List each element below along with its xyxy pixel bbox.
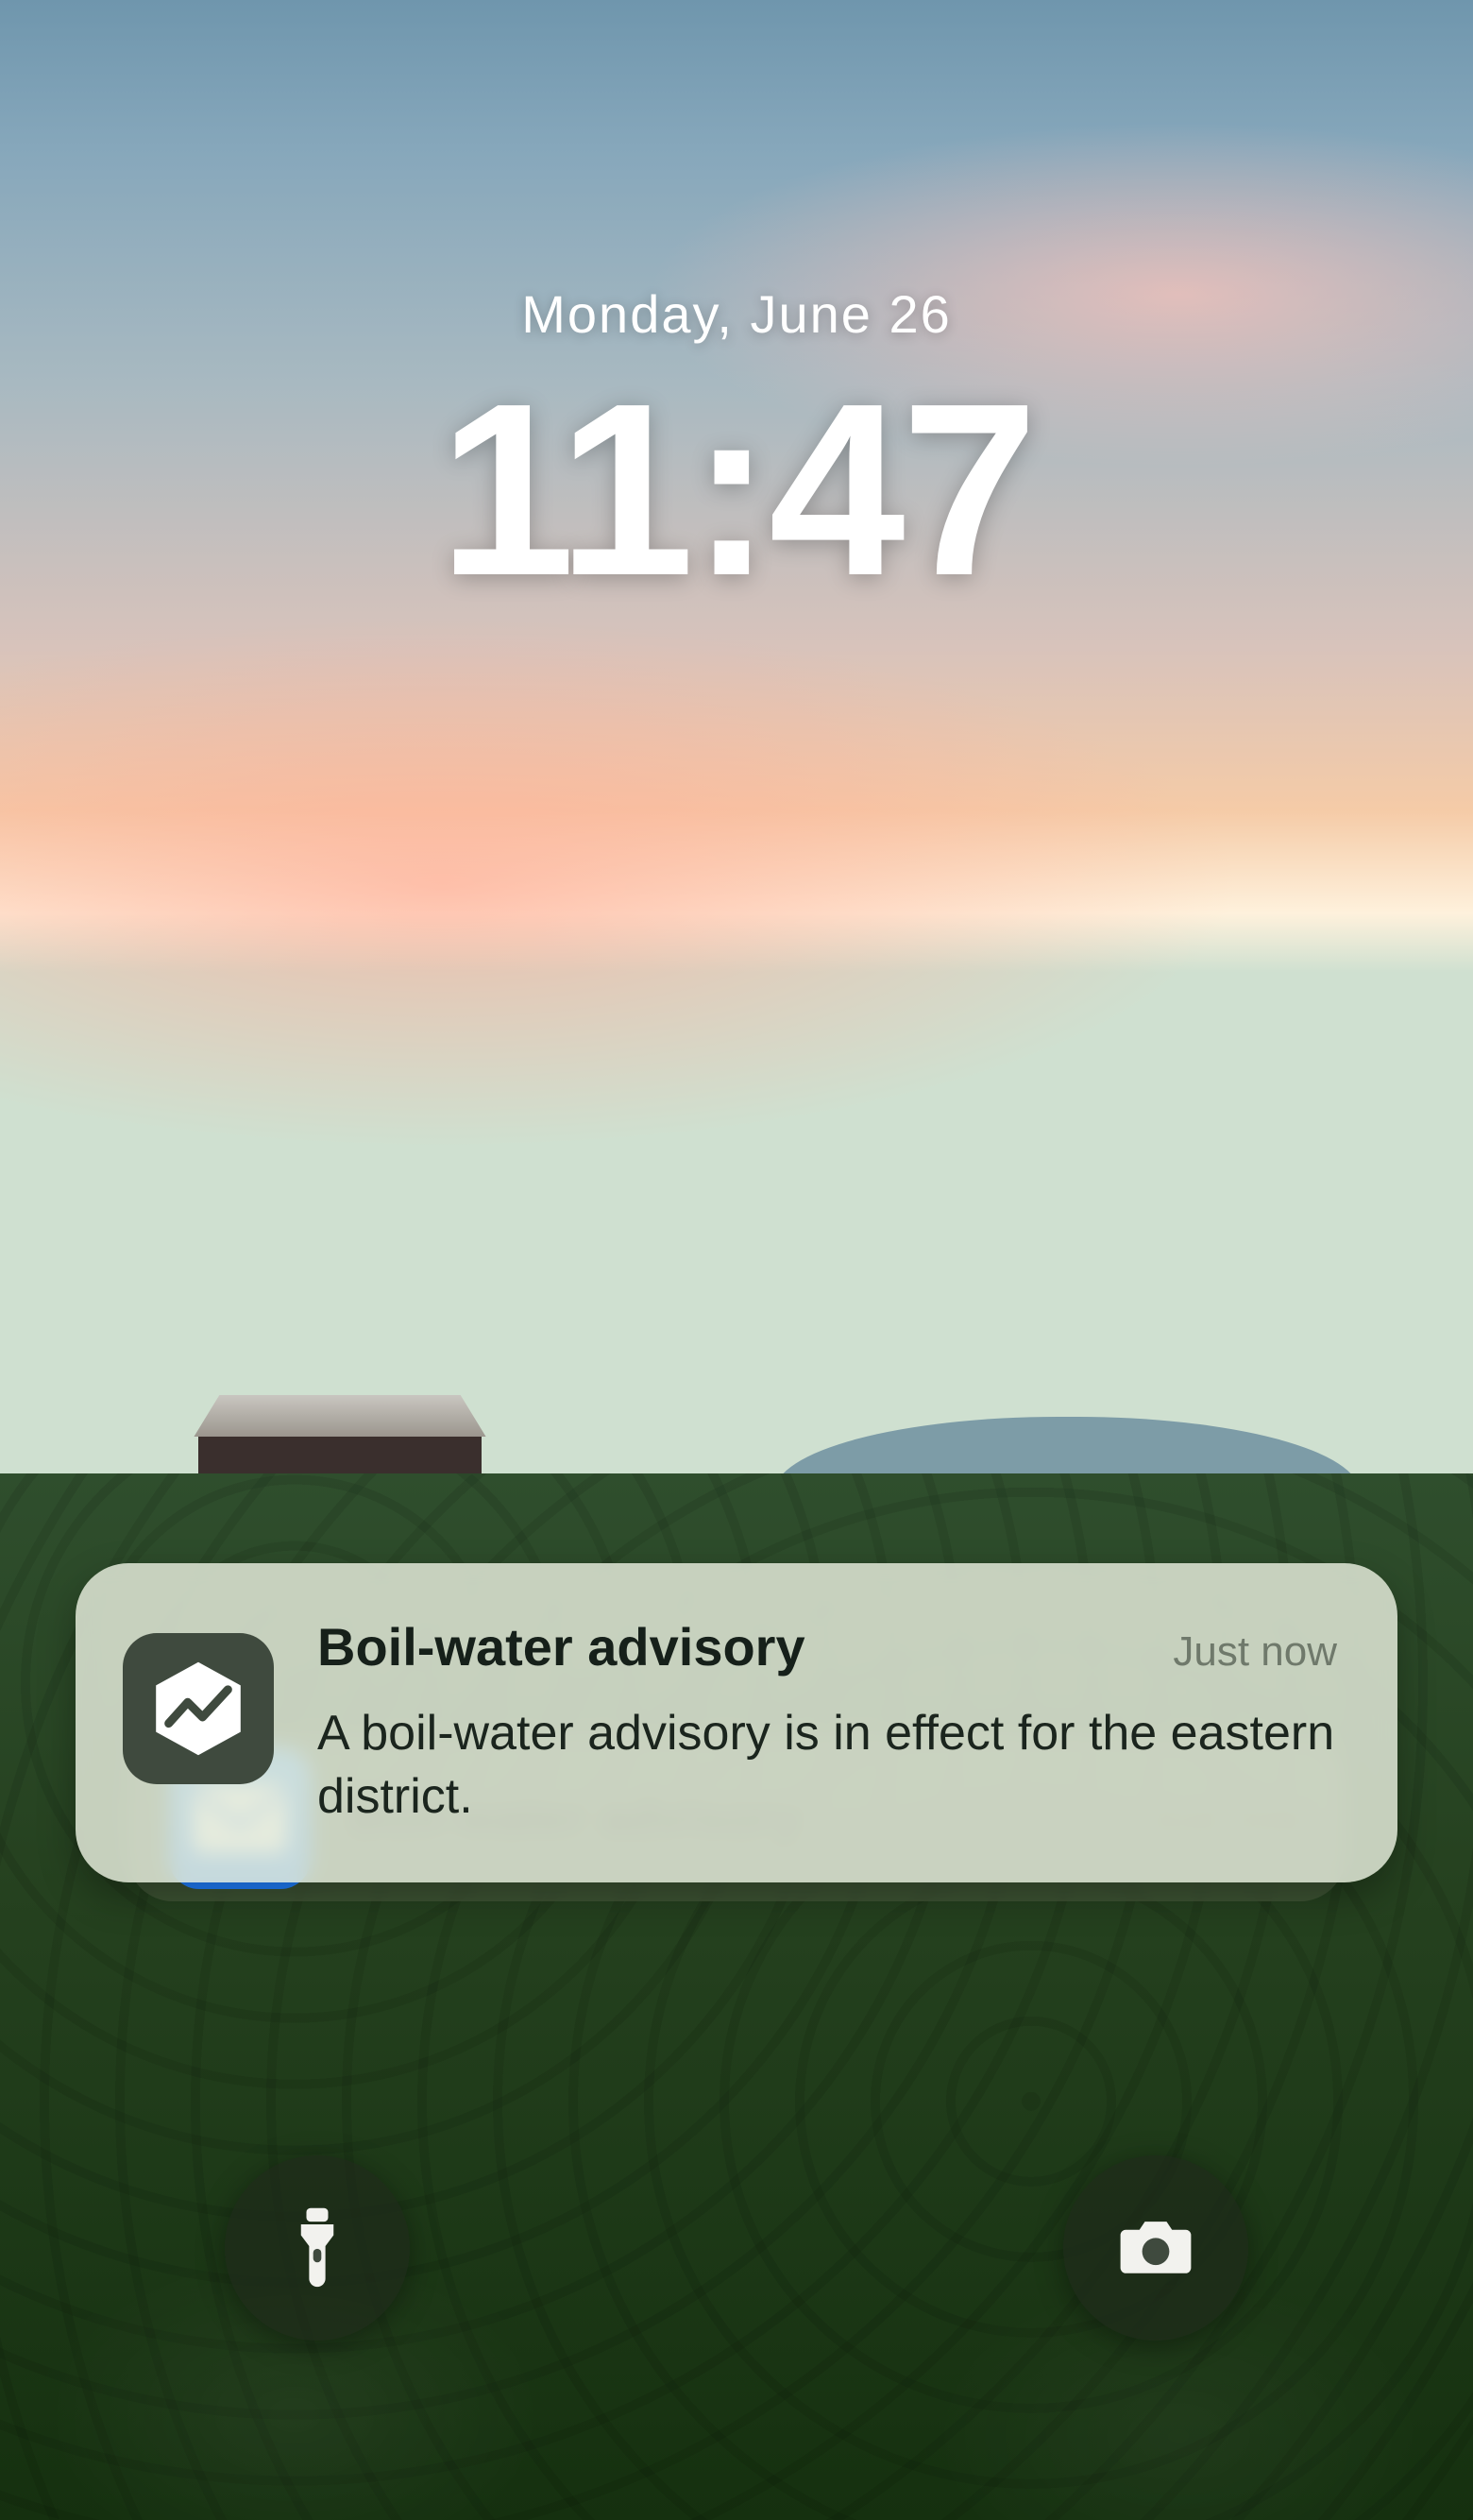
lockscreen-date: Monday, June 26	[0, 283, 1473, 345]
notification-stack: Boil-water advisory Just now Boil-water …	[76, 1563, 1397, 1882]
camera-icon	[1112, 2203, 1199, 2294]
notification-title: Boil-water advisory	[317, 1616, 805, 1677]
hexagon-chart-icon	[123, 1633, 274, 1784]
notification-body: A boil-water advisory is in effect for t…	[317, 1702, 1337, 1828]
notification-content: Boil-water advisory Just now A boil-wate…	[317, 1616, 1337, 1828]
flashlight-button[interactable]	[225, 2155, 410, 2341]
flashlight-icon	[274, 2203, 361, 2294]
wallpaper-sky	[0, 0, 1473, 1473]
notification-timestamp: Just now	[1173, 1628, 1337, 1676]
notification-card-front[interactable]: Boil-water advisory Just now A boil-wate…	[76, 1563, 1397, 1882]
camera-button[interactable]	[1063, 2155, 1248, 2341]
lockscreen-time: 11:47	[0, 349, 1473, 632]
